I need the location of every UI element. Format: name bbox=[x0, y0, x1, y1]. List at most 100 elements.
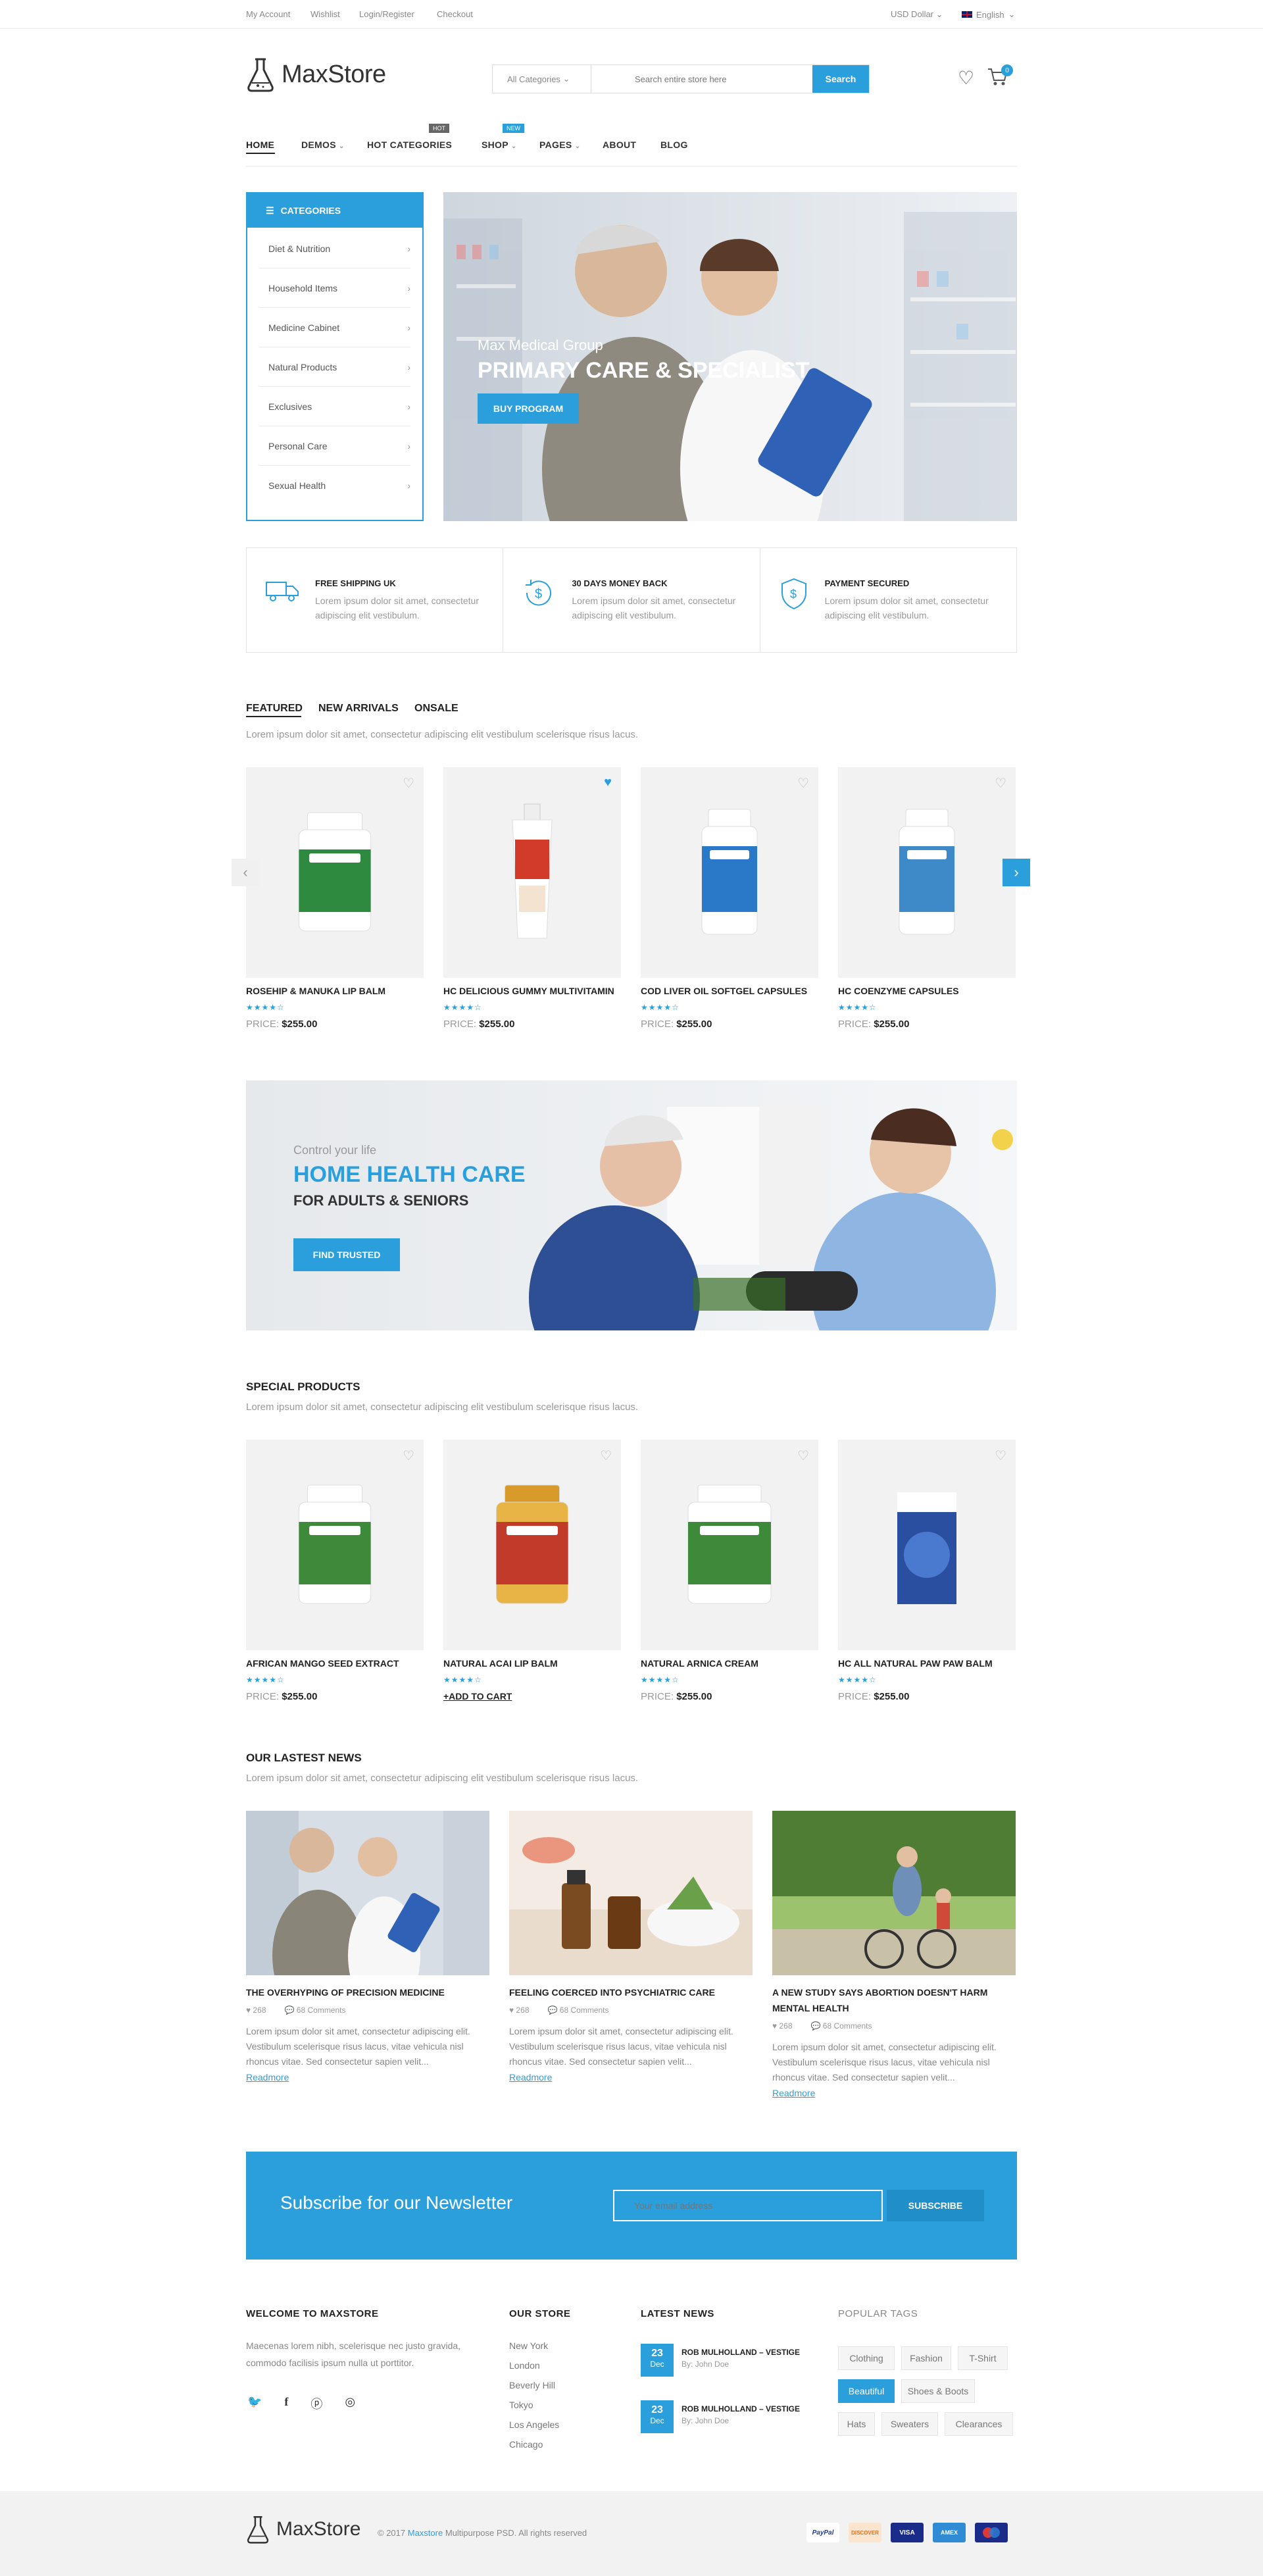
wishlist-heart-icon[interactable]: ♡ bbox=[958, 67, 974, 89]
nav-demos[interactable]: DEMOS ⌄ bbox=[301, 139, 345, 150]
readmore-link[interactable]: Readmore bbox=[772, 2088, 1016, 2098]
product-name[interactable]: ROSEHIP & MANUKA LIP BALM bbox=[246, 986, 424, 996]
news-card-title[interactable]: FEELING COERCED INTO PSYCHIATRIC CARE bbox=[509, 1984, 753, 2000]
category-item[interactable]: Diet & Nutrition › bbox=[259, 229, 410, 268]
product-card[interactable]: ♡ ROSEHIP & MANUKA LIP BALM ★★★★☆ PRICE: $2… bbox=[246, 767, 424, 1030]
search-button[interactable]: Search bbox=[812, 65, 869, 93]
nav-about[interactable]: ABOUT bbox=[603, 139, 636, 150]
product-card[interactable]: ♡ HC ALL NATURAL PAW PAW BALM ★★★★☆ PRICE: … bbox=[838, 1440, 1016, 1702]
category-item[interactable]: Natural Products › bbox=[259, 347, 410, 387]
facebook-icon[interactable]: f bbox=[284, 2395, 288, 2412]
product-image-wrap[interactable]: ♡ bbox=[641, 1440, 818, 1650]
nav-hot-categories[interactable]: HOT CATEGORIES bbox=[367, 139, 452, 150]
wishlist-link[interactable]: Wishlist bbox=[310, 9, 340, 19]
city-link[interactable]: Los Angeles bbox=[509, 2415, 559, 2435]
comments[interactable]: 💬 68 Comments bbox=[811, 2021, 872, 2031]
product-name[interactable]: AFRICAN MANGO SEED EXTRACT bbox=[246, 1658, 424, 1669]
nav-shop[interactable]: SHOP ⌄ bbox=[482, 139, 517, 150]
find-trusted-button[interactable]: FIND TRUSTED bbox=[293, 1238, 400, 1271]
category-item[interactable]: Medicine Cabinet › bbox=[259, 308, 410, 347]
comments[interactable]: 💬 68 Comments bbox=[285, 2006, 346, 2015]
product-name[interactable]: NATURAL ARNICA CREAM bbox=[641, 1658, 818, 1669]
news-image[interactable] bbox=[509, 1811, 753, 1975]
subscribe-button[interactable]: SUBSCRIBE bbox=[887, 2190, 984, 2221]
my-account-link[interactable]: My Account bbox=[246, 9, 290, 19]
tag-clearances[interactable]: Clearances bbox=[945, 2412, 1013, 2436]
city-link[interactable]: New York bbox=[509, 2336, 559, 2356]
buy-program-button[interactable]: BUY PROGRAM bbox=[478, 393, 579, 424]
product-name[interactable]: HC COENZYME CAPSULES bbox=[838, 986, 1016, 996]
wishlist-heart-icon[interactable]: ♡ bbox=[995, 775, 1006, 792]
city-link[interactable]: Chicago bbox=[509, 2435, 559, 2454]
newsletter-email-input[interactable] bbox=[613, 2190, 883, 2221]
twitter-icon[interactable]: 🐦 bbox=[247, 2395, 262, 2412]
instagram-icon[interactable]: ◎ bbox=[345, 2395, 355, 2412]
tag-beautiful[interactable]: Beautiful bbox=[838, 2379, 895, 2403]
product-card[interactable]: ♡ HC COENZYME CAPSULES ★★★★☆ PRICE: $255.00 bbox=[838, 767, 1016, 1030]
news-card-title[interactable]: THE OVERHYPING OF PRECISION MEDICINE bbox=[246, 1984, 489, 2000]
product-image-wrap[interactable]: ♡ bbox=[838, 1440, 1016, 1650]
tag-sweaters[interactable]: Sweaters bbox=[881, 2412, 938, 2436]
tab-onsale[interactable]: ONSALE bbox=[414, 703, 458, 715]
wishlist-heart-icon[interactable]: ♡ bbox=[600, 1448, 612, 1464]
product-image-wrap[interactable]: ♡ bbox=[443, 1440, 621, 1650]
tag-hats[interactable]: Hats bbox=[838, 2412, 875, 2436]
news-image[interactable] bbox=[246, 1811, 489, 1975]
carousel-prev-button[interactable]: ‹ bbox=[232, 859, 259, 886]
product-card[interactable]: ♡ AFRICAN MANGO SEED EXTRACT ★★★★☆ PRICE: $… bbox=[246, 1440, 424, 1702]
news-card-title[interactable]: A NEW STUDY SAYS ABORTION DOESN'T HARM M… bbox=[772, 1984, 1016, 2016]
tag-fashion[interactable]: Fashion bbox=[901, 2346, 951, 2370]
wishlist-heart-icon[interactable]: ♡ bbox=[403, 1448, 414, 1464]
tag-clothing[interactable]: Clothing bbox=[838, 2346, 895, 2370]
likes[interactable]: ♥ 268 bbox=[509, 2006, 530, 2015]
comments[interactable]: 💬 68 Comments bbox=[548, 2006, 609, 2015]
product-name[interactable]: HC DELICIOUS GUMMY MULTIVITAMIN bbox=[443, 986, 621, 996]
wishlist-heart-icon[interactable]: ♡ bbox=[797, 1448, 809, 1464]
copyright-brand[interactable]: Maxstore bbox=[408, 2528, 443, 2538]
cart-button[interactable]: 0 bbox=[987, 64, 1013, 89]
category-item[interactable]: Exclusives › bbox=[259, 387, 410, 426]
wishlist-heart-icon[interactable]: ♡ bbox=[403, 775, 414, 792]
category-item[interactable]: Personal Care › bbox=[259, 426, 410, 466]
add-to-cart-link[interactable]: +ADD TO CART bbox=[443, 1691, 621, 1702]
product-name[interactable]: COD LIVER OIL SOFTGEL CAPSULES bbox=[641, 986, 818, 996]
tag-t-shirt[interactable]: T-Shirt bbox=[958, 2346, 1008, 2370]
category-item[interactable]: Sexual Health › bbox=[259, 466, 410, 505]
product-card[interactable]: ♡ NATURAL ACAI LIP BALM ★★★★☆ +ADD TO CART bbox=[443, 1440, 621, 1702]
product-image-wrap[interactable]: ♡ bbox=[246, 1440, 424, 1650]
wishlist-heart-icon[interactable]: ♡ bbox=[797, 775, 809, 792]
readmore-link[interactable]: Readmore bbox=[509, 2072, 753, 2083]
product-name[interactable]: HC ALL NATURAL PAW PAW BALM bbox=[838, 1658, 1016, 1669]
product-card[interactable]: ♡ NATURAL ARNICA CREAM ★★★★☆ PRICE: $255.00 bbox=[641, 1440, 818, 1702]
search-input[interactable] bbox=[591, 65, 812, 93]
carousel-next-button[interactable]: › bbox=[1003, 859, 1030, 886]
likes[interactable]: ♥ 268 bbox=[246, 2006, 266, 2015]
wishlist-heart-icon[interactable]: ♡ bbox=[995, 1448, 1006, 1464]
category-item[interactable]: Household Items › bbox=[259, 268, 410, 308]
product-card[interactable]: ♡ COD LIVER OIL SOFTGEL CAPSULES ★★★★☆ PRIC… bbox=[641, 767, 818, 1030]
footer-news-item[interactable]: 23 Dec ROB MULHOLLAND – VESTIGE By: John D… bbox=[641, 2344, 800, 2377]
search-category-select[interactable]: All Categories ⌄ bbox=[493, 65, 591, 93]
checkout-link[interactable]: Checkout bbox=[437, 9, 473, 19]
nav-blog[interactable]: BLOG bbox=[660, 139, 688, 150]
city-link[interactable]: Tokyo bbox=[509, 2395, 559, 2415]
language-select[interactable]: English ⌄ bbox=[962, 9, 1016, 20]
product-image-wrap[interactable]: ♡ bbox=[838, 767, 1016, 978]
product-name[interactable]: NATURAL ACAI LIP BALM bbox=[443, 1658, 621, 1669]
logo[interactable]: MaxStore bbox=[246, 57, 386, 92]
product-image-wrap[interactable]: ♥ bbox=[443, 767, 621, 978]
tab-new-arrivals[interactable]: NEW ARRIVALS bbox=[318, 703, 399, 715]
nav-home[interactable]: HOME bbox=[246, 139, 274, 150]
tag-shoes-boots[interactable]: Shoes & Boots bbox=[901, 2379, 975, 2403]
city-link[interactable]: London bbox=[509, 2356, 559, 2375]
login-register-link[interactable]: Login/Register bbox=[359, 9, 414, 19]
product-card[interactable]: ♥ HC DELICIOUS GUMMY MULTIVITAMIN ★★★★☆ PRI… bbox=[443, 767, 621, 1030]
readmore-link[interactable]: Readmore bbox=[246, 2072, 489, 2083]
currency-select[interactable]: USD Dollar ⌄ bbox=[891, 9, 943, 20]
news-image[interactable] bbox=[772, 1811, 1016, 1975]
categories-header[interactable]: ☰ CATEGORIES bbox=[247, 193, 422, 228]
product-image-wrap[interactable]: ♡ bbox=[641, 767, 818, 978]
city-link[interactable]: Beverly Hill bbox=[509, 2375, 559, 2395]
footer-news-item[interactable]: 23 Dec ROB MULHOLLAND – VESTIGE By: John D… bbox=[641, 2400, 800, 2433]
product-image-wrap[interactable]: ♡ bbox=[246, 767, 424, 978]
